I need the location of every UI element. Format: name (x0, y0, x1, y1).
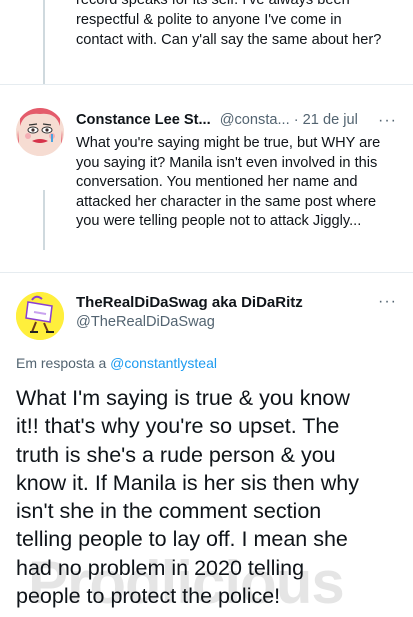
avatar[interactable] (16, 292, 64, 340)
tweet-divider (0, 272, 413, 273)
previous-tweet-line: contact with. Can y'all say the same abo… (76, 32, 382, 48)
main-tweet-line: isn't she in the comment section (16, 499, 322, 524)
main-tweet-line: telling people to lay off. I mean she (16, 527, 348, 552)
more-options-icon[interactable]: ··· (378, 112, 397, 130)
avatar-illustration-icon (16, 292, 64, 340)
thread-connector-line (43, 0, 45, 84)
main-tweet-line: truth is she's a rude person & you (16, 442, 336, 467)
reply-tweet-line: attacked her character in the same post … (76, 193, 377, 210)
main-tweet-line: What I'm saying is true & you know (16, 386, 350, 410)
previous-tweet-text: record speaks for its self. I've always … (76, 0, 406, 50)
previous-tweet-line: respectful & polite to anyone I've come … (76, 12, 342, 28)
thread-connector-line (43, 190, 45, 250)
reply-tweet-header: Constance Lee St... @consta... · 21 de j… (76, 112, 358, 128)
avatar-illustration-icon (16, 108, 64, 156)
replying-to-link[interactable]: @constantlysteal (110, 355, 217, 371)
main-tweet-line: know it. If Manila is her sis then why (16, 470, 359, 495)
reply-tweet-text: What you're saying might be true, but WH… (76, 134, 406, 232)
reply-tweet-line: you were telling people not to attack Ji… (76, 213, 362, 229)
reply-date[interactable]: 21 de jul (303, 112, 358, 128)
reply-tweet-line: conversation. You mentioned her name and (76, 174, 358, 190)
replying-prefix: Em resposta a (16, 355, 107, 371)
avatar[interactable] (16, 108, 64, 156)
main-tweet-text: What I'm saying is true & you know it!! … (16, 384, 406, 610)
reply-tweet-line: you saying it? Manila isn't even involve… (76, 154, 378, 171)
reply-author-name[interactable]: Constance Lee St... (76, 112, 211, 128)
tweet-divider (0, 84, 413, 85)
main-tweet-line: people to protect the police! (16, 584, 281, 609)
replying-to-line: Em resposta a @constantlysteal (16, 355, 217, 371)
previous-tweet-line: record speaks for its self. I've always … (76, 0, 350, 8)
header-separator: · (293, 112, 299, 128)
main-tweet-line: it!! that's why you're so upset. The (16, 414, 340, 439)
more-options-icon[interactable]: ··· (378, 293, 397, 311)
main-author-handle[interactable]: @TheRealDiDaSwag (76, 314, 215, 330)
reply-author-handle[interactable]: @consta... (220, 112, 290, 128)
main-tweet-line: had no problem in 2020 telling (16, 555, 305, 580)
reply-tweet-line: What you're saying might be true, but WH… (76, 135, 381, 151)
main-author-name[interactable]: TheRealDiDaSwag aka DiDaRitz (76, 294, 303, 311)
